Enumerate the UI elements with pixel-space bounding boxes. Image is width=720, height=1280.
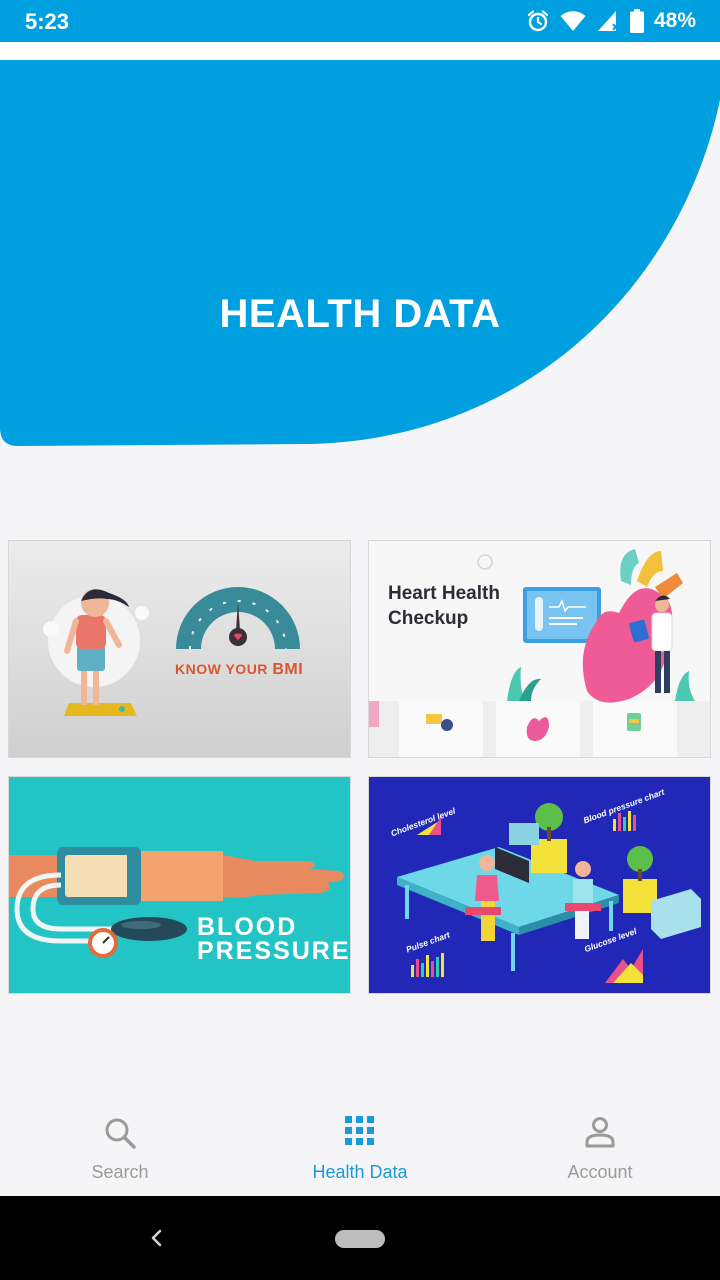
page-title: HEALTH DATA bbox=[219, 292, 501, 336]
nav-account[interactable]: Account bbox=[480, 1098, 720, 1196]
search-icon bbox=[105, 1118, 136, 1149]
status-bar: 5:23 48% bbox=[0, 0, 720, 42]
signal-icon bbox=[597, 11, 619, 31]
bmi-card-label: KNOW YOUR BMI bbox=[175, 661, 303, 679]
heart-title-line2: Checkup bbox=[388, 608, 469, 629]
header-strip bbox=[0, 42, 720, 60]
home-icon[interactable] bbox=[335, 1230, 385, 1248]
battery-icon bbox=[629, 9, 644, 33]
wifi-icon bbox=[560, 11, 586, 31]
nav-health-data-label: Health Data bbox=[312, 1162, 408, 1182]
heart-title-line1: Heart Health bbox=[388, 583, 500, 604]
nav-account-label: Account bbox=[567, 1162, 633, 1182]
nav-search[interactable]: Search bbox=[0, 1098, 240, 1196]
bmi-label-emphasis: BMI bbox=[272, 661, 304, 678]
status-icons: 48% bbox=[526, 8, 696, 34]
grid-icon bbox=[345, 1116, 374, 1145]
blood-pressure-label-line2: PRESSURE bbox=[197, 937, 351, 965]
person-icon bbox=[585, 1117, 615, 1148]
hero-banner: HEALTH DATA bbox=[0, 60, 720, 446]
status-time: 5:23 bbox=[25, 9, 70, 34]
alarm-icon bbox=[527, 10, 549, 32]
nav-search-label: Search bbox=[91, 1162, 149, 1182]
heart-health-card[interactable]: Heart Health Checkup bbox=[368, 540, 711, 758]
bmi-card[interactable]: KNOW YOUR BMI bbox=[8, 540, 351, 758]
nav-health-data[interactable]: Health Data bbox=[240, 1098, 480, 1196]
health-statistics-illustration bbox=[369, 777, 710, 993]
health-statistics-card[interactable]: Cholesterol level Blood pressure chart P… bbox=[368, 776, 711, 994]
bmi-illustration bbox=[9, 541, 350, 757]
bmi-label-prefix: KNOW YOUR bbox=[175, 661, 273, 677]
heart-card-title: Heart Health Checkup bbox=[388, 581, 500, 631]
blood-pressure-card[interactable]: BLOOD PRESSURE bbox=[8, 776, 351, 994]
heart-illustration bbox=[369, 541, 710, 757]
back-icon[interactable] bbox=[142, 1222, 170, 1254]
battery-percentage: 48% bbox=[653, 9, 696, 32]
hero-shape bbox=[0, 60, 720, 446]
bottom-navigation: Search Health Data Account bbox=[0, 1098, 720, 1196]
